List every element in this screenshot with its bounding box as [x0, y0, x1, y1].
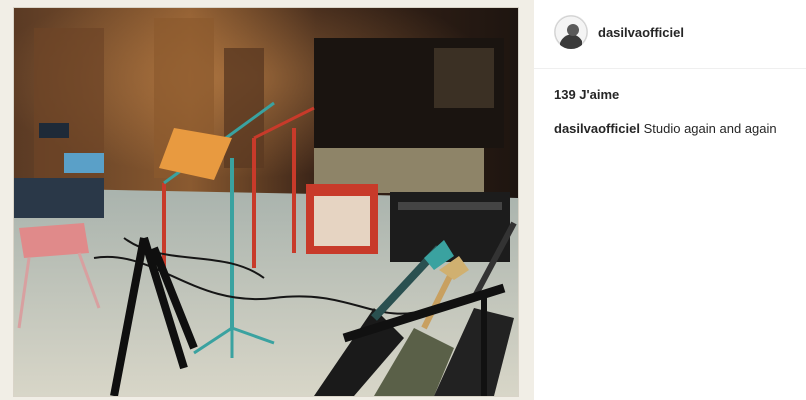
post-header: dasilvaofficiel	[534, 0, 806, 69]
post-photo[interactable]	[14, 8, 518, 396]
caption-text: Studio again and again	[643, 121, 777, 136]
studio-photo-image	[14, 8, 518, 396]
user-avatar-icon	[554, 15, 588, 49]
likes-count[interactable]: 139 J'aime	[554, 87, 619, 102]
caption-username-link[interactable]: dasilvaofficiel	[554, 121, 640, 136]
post-sidebar: dasilvaofficiel 139 J'aime dasilvaoffici…	[534, 0, 806, 400]
post-media-pane	[0, 0, 534, 400]
post-caption: dasilvaofficiel Studio again and again	[554, 121, 802, 136]
post-username-link[interactable]: dasilvaofficiel	[598, 25, 684, 40]
avatar[interactable]	[554, 15, 588, 49]
